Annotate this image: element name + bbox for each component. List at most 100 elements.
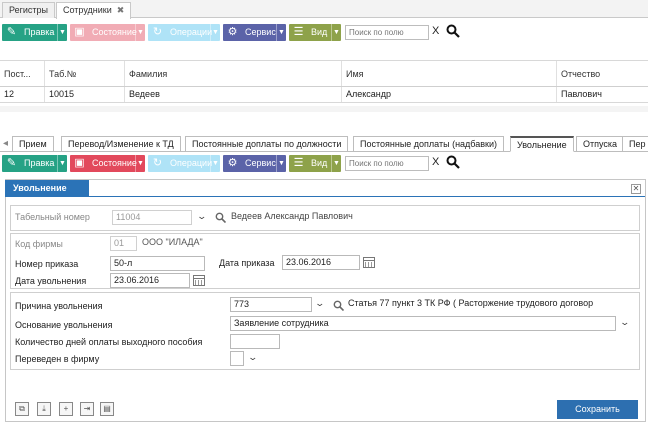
chevron-down-icon[interactable]: ▼ [135, 155, 145, 172]
view-button[interactable]: ☰ Вид ▼ [289, 24, 341, 41]
severance-days-field[interactable] [230, 334, 280, 349]
clear-search-button[interactable]: X [432, 156, 439, 168]
toolbar-main: ✎ Правка ▼ ▣ Состояние ▼ ↻ Операции ▼ ⚙ … [0, 22, 648, 44]
gear-icon: ⚙ [227, 157, 238, 169]
tab-hiring[interactable]: Прием [12, 136, 54, 152]
table-header: Пост... Таб.№ Фамилия Имя Отчество [0, 61, 648, 87]
tab-registry[interactable]: Регистры [2, 2, 56, 18]
form-title: Увольнение [5, 180, 89, 197]
tab-employees[interactable]: Сотрудники ✖ [56, 2, 132, 19]
close-icon[interactable]: ✕ [631, 184, 641, 194]
tab-number-field[interactable]: 11004 [112, 210, 192, 225]
chevron-down-icon[interactable]: ▼ [276, 24, 286, 41]
order-date-field[interactable]: 23.06.2016 [282, 255, 360, 270]
operations-button[interactable]: ↻ Операции ▼ [148, 155, 220, 172]
state-label: Состояние [92, 158, 137, 168]
table-cell: 10015 [44, 87, 124, 102]
edit-icon: ✎ [6, 157, 17, 169]
gear-icon: ⚙ [227, 26, 238, 38]
basis-field[interactable]: Заявление сотрудника [230, 316, 616, 331]
reason-code-field[interactable]: 773 [230, 297, 312, 312]
operations-button[interactable]: ↻ Операции ▼ [148, 24, 220, 41]
search-icon[interactable] [446, 24, 460, 38]
calendar-icon[interactable] [193, 275, 205, 286]
copy-icon[interactable]: ⧉ [15, 402, 29, 416]
pravka-button[interactable]: ✎ Правка ▼ [2, 24, 67, 41]
top-tab-bar: Регистры Сотрудники ✖ [0, 0, 648, 19]
view-icon: ☰ [293, 157, 304, 169]
column-header[interactable]: Отчество [556, 61, 648, 86]
edit-icon: ✎ [6, 26, 17, 38]
table-row[interactable]: 12 10015 Ведеев Александр Павлович [0, 87, 648, 103]
service-button[interactable]: ⚙ Сервис ▼ [223, 24, 286, 41]
save-button[interactable]: Сохранить [557, 400, 638, 419]
severance-days-label: Количество дней оплаты выходного пособия [15, 337, 203, 347]
refresh-icon: ↻ [152, 26, 163, 38]
search-input[interactable] [345, 25, 429, 40]
chevron-down-icon[interactable]: ▼ [135, 24, 145, 41]
chevron-down-icon[interactable]: ▼ [210, 155, 220, 172]
import-icon[interactable]: ⤓ [37, 402, 51, 416]
view-button[interactable]: ☰ Вид ▼ [289, 155, 341, 172]
save-icon[interactable]: ▤ [100, 402, 114, 416]
chevron-down-icon[interactable]: ▼ [210, 24, 220, 41]
view-icon: ☰ [293, 26, 304, 38]
chevron-down-icon[interactable]: ▼ [57, 155, 67, 172]
operations-label: Операции [170, 158, 213, 168]
service-label: Сервис [245, 27, 276, 37]
tab-position-allowances[interactable]: Постоянные доплаты по должности [185, 136, 349, 152]
tab-permanent-bonuses[interactable]: Постоянные доплаты (надбавки) [353, 136, 504, 152]
order-number-label: Номер приказа [15, 259, 79, 269]
column-header[interactable]: Таб.№ [44, 61, 124, 86]
chevron-down-icon[interactable]: ▼ [331, 24, 341, 41]
tab-more[interactable]: Пер [622, 136, 648, 152]
search-icon[interactable] [333, 300, 344, 311]
chevron-down-icon[interactable]: ⌄ [314, 298, 325, 309]
toolbar-detail: ✎ Правка ▼ ▣ Состояние ▼ ↻ Операции ▼ ⚙ … [0, 153, 648, 175]
chevron-down-icon[interactable]: ▼ [57, 24, 67, 41]
add-icon[interactable]: + [59, 402, 73, 416]
horizontal-scrollbar[interactable] [0, 106, 648, 112]
column-header[interactable]: Пост... [0, 61, 44, 86]
pravka-label: Правка [24, 27, 55, 37]
basis-label: Основание увольнения [15, 320, 113, 330]
transfer-firm-label: Переведен в фирму [15, 354, 100, 364]
chevron-down-icon[interactable]: ⌄ [619, 317, 630, 328]
order-number-field[interactable]: 50-л [110, 256, 205, 271]
state-button[interactable]: ▣ Состояние ▼ [70, 155, 145, 172]
search-icon[interactable] [215, 212, 226, 223]
employee-name: Ведеев Александр Павлович [231, 211, 353, 221]
detail-tab-bar: Прием Перевод/Изменение к ТД Постоянные … [0, 136, 648, 152]
chevron-down-icon[interactable]: ▼ [331, 155, 341, 172]
export-icon[interactable]: ⇥ [80, 402, 94, 416]
order-date-label: Дата приказа [219, 258, 275, 268]
table-cell: Александр [341, 87, 556, 102]
column-header[interactable]: Имя [341, 61, 556, 86]
tab-dismissal[interactable]: Увольнение [510, 136, 574, 152]
tab-transfer[interactable]: Перевод/Изменение к ТД [61, 136, 181, 152]
dismissal-date-field[interactable]: 23.06.2016 [110, 273, 190, 288]
service-button[interactable]: ⚙ Сервис ▼ [223, 155, 286, 172]
firm-name: ООО "ИЛАДА" [142, 237, 203, 247]
clear-search-button[interactable]: X [432, 25, 439, 37]
employees-table: Пост... Таб.№ Фамилия Имя Отчество 12 10… [0, 60, 648, 103]
service-label: Сервис [245, 158, 276, 168]
pravka-label: Правка [24, 158, 55, 168]
state-button[interactable]: ▣ Состояние ▼ [70, 24, 145, 41]
tab-vacations[interactable]: Отпуска [576, 136, 625, 152]
search-input[interactable] [345, 156, 429, 171]
chevron-down-icon[interactable]: ⌄ [247, 352, 258, 363]
refresh-icon: ↻ [152, 157, 163, 169]
chevron-down-icon[interactable]: ⌄ [196, 211, 207, 222]
chevron-down-icon[interactable]: ▼ [276, 155, 286, 172]
calendar-icon[interactable] [363, 257, 375, 268]
table-cell: 12 [4, 89, 15, 99]
search-icon[interactable] [446, 155, 460, 169]
reason-label: Причина увольнения [15, 301, 103, 311]
pravka-button[interactable]: ✎ Правка ▼ [2, 155, 67, 172]
close-tab-icon[interactable]: ✖ [117, 5, 125, 15]
state-icon: ▣ [74, 26, 85, 38]
column-header[interactable]: Фамилия [124, 61, 341, 86]
transfer-firm-field[interactable] [230, 351, 244, 366]
firm-code-field[interactable]: 01 [110, 236, 137, 251]
